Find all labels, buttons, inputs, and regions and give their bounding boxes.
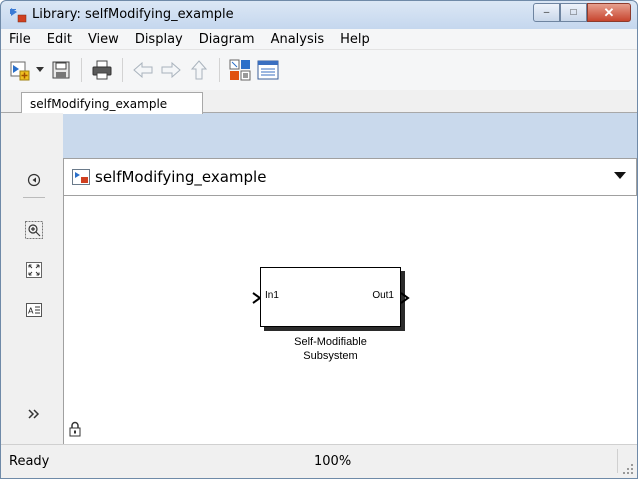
save-button[interactable] [47, 56, 75, 84]
block-name-line2: Subsystem [303, 350, 358, 362]
menu-help[interactable]: Help [332, 32, 378, 47]
output-port-label: Out1 [372, 290, 394, 301]
toolbar [1, 50, 637, 90]
zoom-in-icon [25, 221, 43, 239]
block-name-line1: Self-Modifiable [294, 336, 367, 348]
left-palette: A [1, 113, 63, 444]
tab-selfmodifying-example[interactable]: selfModifying_example [21, 92, 203, 114]
library-icon [10, 8, 27, 23]
status-bar: Ready 100% [1, 444, 637, 478]
menu-file[interactable]: File [1, 32, 39, 47]
save-icon [52, 61, 70, 79]
close-button[interactable]: ✕ [587, 3, 631, 22]
output-port-arrow-icon [400, 292, 410, 304]
title-bar[interactable]: Library: selfModifying_example – □ ✕ [1, 1, 637, 29]
menu-bar: File Edit View Display Diagram Analysis … [1, 29, 637, 50]
annotation-icon: A [26, 303, 42, 317]
menu-analysis[interactable]: Analysis [263, 32, 333, 47]
back-button[interactable] [129, 56, 157, 84]
library-browser-button[interactable] [226, 56, 254, 84]
library-icon [72, 169, 90, 185]
minimize-icon: – [543, 7, 550, 18]
menu-diagram[interactable]: Diagram [191, 32, 263, 47]
tab-label: selfModifying_example [30, 96, 168, 111]
annotation-button[interactable]: A [25, 301, 43, 319]
window-controls: – □ ✕ [533, 3, 631, 22]
forward-arrow-icon [161, 62, 181, 78]
tab-strip: selfModifying_example [1, 90, 637, 114]
address-path: selfModifying_example [95, 168, 267, 186]
status-divider [617, 449, 618, 473]
expand-palette-button[interactable] [25, 405, 43, 423]
app-window: Library: selfModifying_example – □ ✕ Fil… [0, 0, 638, 479]
block-name[interactable]: Self-Modifiable Subsystem [260, 335, 401, 363]
menu-display[interactable]: Display [127, 32, 191, 47]
svg-text:A: A [28, 307, 34, 316]
toolbar-separator [122, 58, 123, 82]
up-arrow-icon [191, 60, 207, 80]
close-icon: ✕ [603, 4, 615, 20]
address-bar[interactable]: selfModifying_example [63, 158, 637, 196]
print-icon [92, 60, 112, 80]
subsystem-block[interactable]: In1 Out1 [260, 267, 401, 327]
dropdown-arrow-icon [36, 67, 44, 72]
collapse-circle-icon [27, 173, 41, 187]
zoom-level: 100% [314, 454, 352, 469]
lock-icon[interactable] [69, 421, 81, 437]
zoom-button[interactable] [25, 221, 43, 239]
menu-edit[interactable]: Edit [39, 32, 80, 47]
fit-to-view-button[interactable] [25, 261, 43, 279]
library-browser-icon [229, 59, 251, 81]
maximize-icon: □ [570, 7, 577, 18]
new-library-icon [10, 61, 30, 81]
forward-button[interactable] [157, 56, 185, 84]
print-button[interactable] [88, 56, 116, 84]
fit-to-view-icon [26, 262, 42, 278]
toolbar-separator [81, 58, 82, 82]
resize-grip-icon[interactable] [622, 463, 634, 475]
status-text: Ready [9, 454, 50, 469]
window-title: Library: selfModifying_example [32, 7, 234, 22]
input-port-label: In1 [265, 290, 279, 301]
model-explorer-icon [257, 60, 279, 80]
hide-explorer-bar-button[interactable] [25, 171, 43, 189]
new-library-button[interactable] [7, 56, 33, 84]
diagram-canvas[interactable]: In1 Out1 Self-Modifiable Subsystem [63, 196, 637, 444]
new-dropdown-button[interactable] [33, 56, 47, 84]
up-button[interactable] [185, 56, 213, 84]
palette-divider [23, 197, 45, 198]
back-arrow-icon [133, 62, 153, 78]
minimize-button[interactable]: – [533, 3, 560, 22]
model-explorer-button[interactable] [254, 56, 282, 84]
toolbar-separator [219, 58, 220, 82]
menu-view[interactable]: View [80, 32, 127, 47]
maximize-button[interactable]: □ [560, 3, 587, 22]
double-chevron-icon [28, 409, 40, 419]
chevron-down-icon[interactable] [614, 172, 626, 180]
